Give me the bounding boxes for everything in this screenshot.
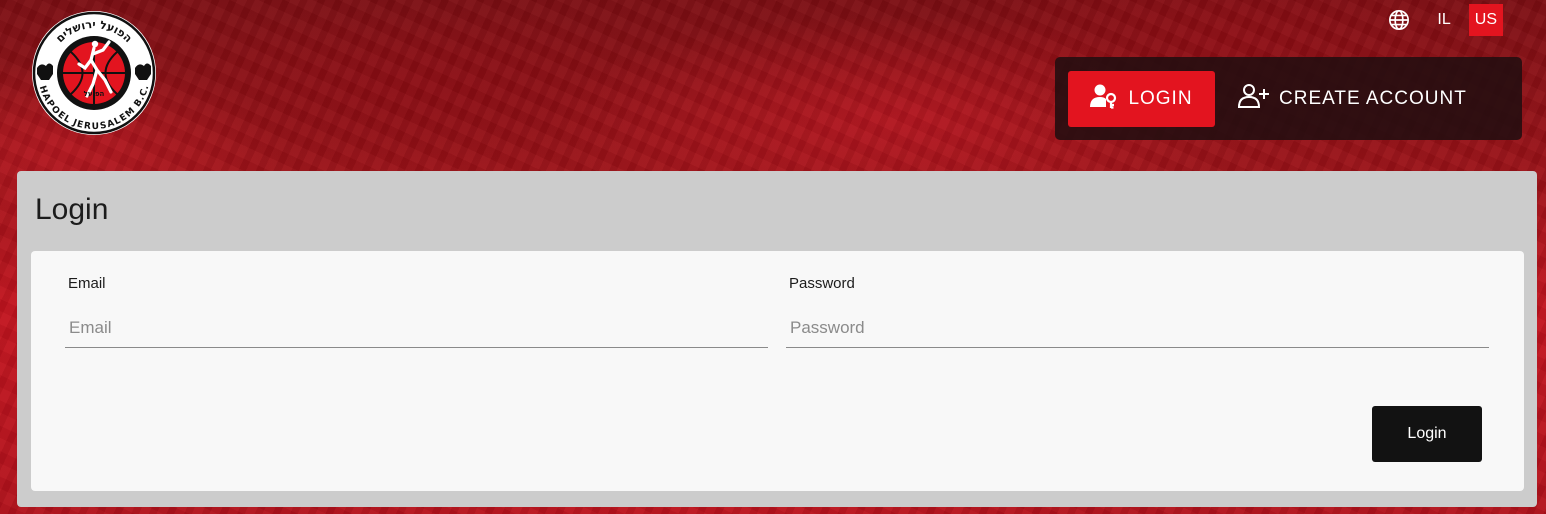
language-option-il[interactable]: IL [1431,4,1456,36]
password-field-group: Password [786,275,1489,348]
email-field[interactable] [65,308,768,348]
email-field-group: Email [65,275,768,348]
login-panel: Login Email Password Login [17,171,1537,507]
club-logo[interactable]: הפועל ירושלים HAPOEL JERUSALEM B.C. הפוע… [31,10,157,136]
login-form-card: Email Password Login [31,251,1524,491]
globe-icon[interactable] [1387,8,1411,32]
auth-nav: LOGIN CREATE ACCOUNT [1055,57,1522,140]
logo-inner-text: הפועל [84,90,105,98]
email-label: Email [68,275,106,292]
language-option-us[interactable]: US [1468,4,1503,36]
login-submit-button[interactable]: Login [1372,406,1482,462]
create-account-label: CREATE ACCOUNT [1279,87,1467,109]
logo-emblem-icon: הפועל ירושלים HAPOEL JERUSALEM B.C. הפוע… [32,11,156,135]
language-switcher: IL US [1387,4,1503,36]
password-label: Password [789,275,855,292]
password-field[interactable] [786,308,1489,348]
user-key-icon [1090,83,1118,115]
user-plus-icon [1237,83,1271,115]
nav-login-button[interactable]: LOGIN [1068,70,1215,127]
nav-login-label: LOGIN [1128,87,1193,109]
page-title: Login [35,193,109,226]
create-account-button[interactable]: CREATE ACCOUNT [1237,71,1467,127]
